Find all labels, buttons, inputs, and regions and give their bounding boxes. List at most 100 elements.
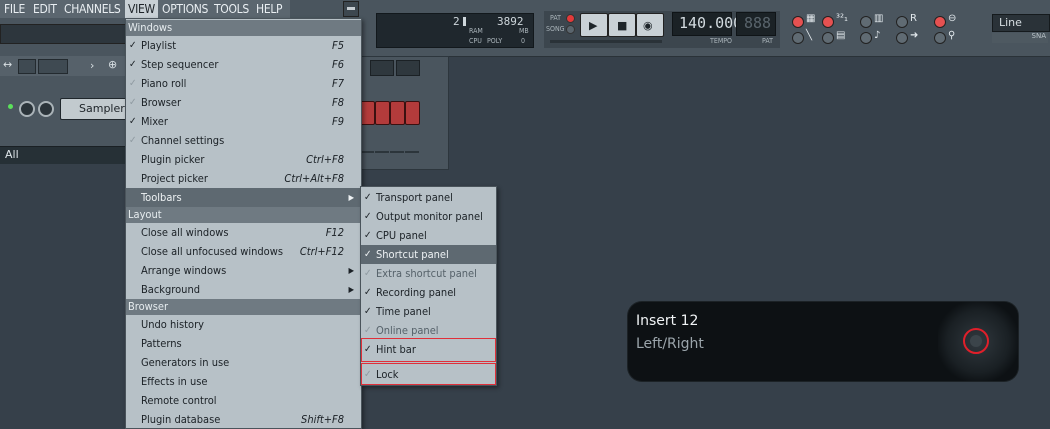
submenu-item-output-monitor-panel[interactable]: ✓ Output monitor panel xyxy=(361,207,496,226)
stop-button[interactable]: ■ xyxy=(608,13,636,37)
snap-toggle[interactable] xyxy=(792,32,804,44)
volume-knob[interactable] xyxy=(19,101,35,117)
loop-toggle[interactable] xyxy=(934,16,946,28)
submenu-item-recording-panel[interactable]: ✓ Recording panel xyxy=(361,283,496,302)
menu-item-piano-roll[interactable]: ✓ Piano roll F7 xyxy=(126,74,361,93)
tempo-display[interactable]: 140.000 xyxy=(672,12,742,36)
menu-item-generators-in-use[interactable]: Generators in use xyxy=(126,353,361,372)
menu-item-label: Effects in use xyxy=(141,375,208,388)
channel-active-led[interactable] xyxy=(8,104,13,109)
menu-item-plugin-picker[interactable]: Plugin picker Ctrl+F8 xyxy=(126,150,361,169)
step-divider xyxy=(390,151,404,153)
record-button[interactable]: ◉ xyxy=(636,13,664,37)
chevron-right-icon[interactable]: › xyxy=(90,59,94,72)
poly-label: POLY xyxy=(487,37,503,45)
menu-item-arrange-windows[interactable]: Arrange windows ▶ xyxy=(126,261,361,280)
keyboard-editor-icon[interactable] xyxy=(396,60,420,76)
pat-mode-led[interactable] xyxy=(566,14,575,23)
step-pad[interactable] xyxy=(375,101,390,125)
menu-item-mixer[interactable]: ✓ Mixer F9 xyxy=(126,112,361,131)
blend-notes-toggle[interactable] xyxy=(860,16,872,28)
submenu-item-label: Shortcut panel xyxy=(376,248,449,261)
metronome-toggle[interactable] xyxy=(792,16,804,28)
submenu-item-cpu-panel[interactable]: ✓ CPU panel xyxy=(361,226,496,245)
snap-mode-select[interactable]: Line xyxy=(992,14,1050,32)
menu-item-browser[interactable]: ✓ Browser F8 xyxy=(126,93,361,112)
wait-toggle[interactable] xyxy=(822,32,834,44)
section-windows: Windows xyxy=(126,20,361,36)
menu-edit[interactable]: EDIT xyxy=(33,0,57,18)
pattern-display[interactable]: 888 xyxy=(736,12,776,36)
menu-item-channel-settings[interactable]: ✓ Channel settings xyxy=(126,131,361,150)
menu-item-plugin-database[interactable]: Plugin database Shift+F8 xyxy=(126,410,361,429)
menu-item-label: Remote control xyxy=(141,394,217,407)
submenu-item-time-panel[interactable]: ✓ Time panel xyxy=(361,302,496,321)
submenu-item-label: Recording panel xyxy=(376,286,457,299)
menu-item-label: Background xyxy=(141,283,201,296)
snap-bar: SNA xyxy=(992,32,1048,43)
submenu-item-transport-panel[interactable]: ✓ Transport panel xyxy=(361,188,496,207)
menu-channels[interactable]: CHANNELS xyxy=(64,0,121,18)
menu-item-background[interactable]: Background ▶ xyxy=(126,280,361,299)
arrow-icon: ➜ xyxy=(910,30,919,41)
play-button[interactable]: ▶ xyxy=(580,13,608,37)
menu-item-playlist[interactable]: ✓ Playlist F5 xyxy=(126,36,361,55)
song-position-slider[interactable] xyxy=(550,40,662,43)
menu-help[interactable]: HELP xyxy=(256,0,283,18)
menu-item-label: Undo history xyxy=(141,318,205,331)
scroll-toggle[interactable] xyxy=(896,32,908,44)
step-pad[interactable] xyxy=(390,101,405,125)
view-toggle-button[interactable] xyxy=(38,59,68,74)
menu-item-close-all-windows[interactable]: Close all windows F12 xyxy=(126,223,361,242)
menu-item-effects-in-use[interactable]: Effects in use xyxy=(126,372,361,391)
menu-item-label: Generators in use xyxy=(141,356,230,369)
blend-icon: ▥ xyxy=(874,13,884,24)
resize-arrows-icon[interactable]: ↔ xyxy=(3,58,12,71)
wand-icon: ╲ xyxy=(806,30,813,41)
pan-knob[interactable] xyxy=(38,101,54,117)
submenu-item-shortcut-panel[interactable]: ✓ Shortcut panel xyxy=(361,245,496,264)
menu-file[interactable]: FILE xyxy=(4,0,25,18)
menu-item-close-unfocused[interactable]: Close all unfocused windows Ctrl+F12 xyxy=(126,242,361,261)
pattern-number: 2 xyxy=(453,15,460,28)
check-icon: ✓ xyxy=(364,249,372,260)
submenu-arrow-icon: ▶ xyxy=(348,285,354,294)
menu-item-project-picker[interactable]: Project picker Ctrl+Alt+F8 xyxy=(126,169,361,188)
hint-bar-panel: Insert 12 Left/Right xyxy=(628,302,1018,381)
step-pad[interactable] xyxy=(360,101,375,125)
menu-item-undo-history[interactable]: Undo history xyxy=(126,315,361,334)
cpu-label: CPU xyxy=(469,37,482,45)
menu-item-patterns[interactable]: Patterns xyxy=(126,334,361,353)
submenu-item-label: CPU panel xyxy=(376,229,427,242)
menu-item-remote-control[interactable]: Remote control xyxy=(126,391,361,410)
channel-filter-value: All xyxy=(5,148,19,161)
submenu-item-extra-shortcut-panel[interactable]: ✓ Extra shortcut panel xyxy=(361,264,496,283)
graph-editor-icon[interactable] xyxy=(370,60,394,76)
menu-item-toolbars[interactable]: Toolbars ▶ xyxy=(126,188,361,207)
menu-item-shortcut: F8 xyxy=(332,96,344,109)
add-icon[interactable]: ⊕ xyxy=(108,58,117,71)
poly-value: 0 xyxy=(521,37,526,45)
sampler-channel-button[interactable]: Sampler xyxy=(60,98,128,120)
joystick-toggle[interactable] xyxy=(934,32,946,44)
channel-filter-select[interactable]: All xyxy=(0,146,126,164)
mb-label: MB xyxy=(519,27,529,35)
menu-item-step-sequencer[interactable]: ✓ Step sequencer F6 xyxy=(126,55,361,74)
song-mode-led[interactable] xyxy=(566,25,575,34)
step-toggle[interactable] xyxy=(860,32,872,44)
collapse-button[interactable] xyxy=(18,59,36,74)
loop-icon: ⊖ xyxy=(948,13,957,24)
step-pad[interactable] xyxy=(405,101,420,125)
menu-options[interactable]: OPTIONS xyxy=(162,0,208,18)
menu-item-label: Toolbars xyxy=(141,191,182,204)
pat-mode-label: PAT xyxy=(550,14,561,22)
rec-toggle[interactable] xyxy=(896,16,908,28)
menu-view[interactable]: VIEW xyxy=(125,0,158,18)
menu-bar: FILE EDIT CHANNELS VIEW OPTIONS TOOLS HE… xyxy=(0,0,290,18)
ram-label: RAM xyxy=(469,27,483,35)
menu-tools[interactable]: TOOLS xyxy=(214,0,249,18)
minimize-icon[interactable] xyxy=(343,1,359,17)
countdown-toggle[interactable] xyxy=(822,16,834,28)
snap-label: SNA xyxy=(1031,32,1046,40)
check-icon: ✓ xyxy=(129,116,137,127)
